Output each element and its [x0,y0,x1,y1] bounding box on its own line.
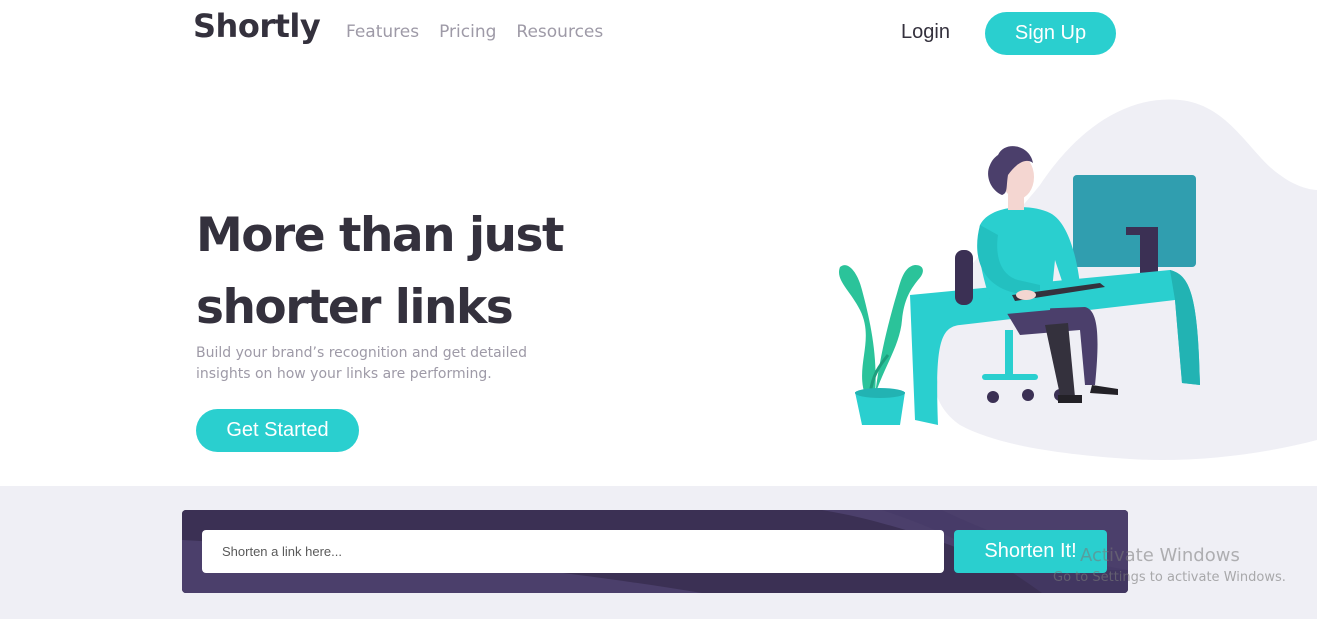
nav-resources[interactable]: Resources [516,22,603,42]
signup-button[interactable]: Sign Up [985,12,1116,55]
watermark-subtitle: Go to Settings to activate Windows. [1053,570,1286,585]
working-illustration [839,99,1317,461]
login-link[interactable]: Login [901,21,950,44]
get-started-button[interactable]: Get Started [196,409,359,452]
watermark-title: Activate Windows [1080,545,1240,566]
nav-features[interactable]: Features [346,22,419,42]
main-nav: Features Pricing Resources [346,22,603,42]
hero-title: More than just shorter links [196,208,564,335]
shorten-link-input[interactable] [202,530,944,573]
nav-pricing[interactable]: Pricing [439,22,496,42]
shorten-panel: Shorten It! [182,510,1128,593]
logo[interactable]: Shortly [193,7,321,45]
hero-subtitle: Build your brand’s recognition and get d… [196,345,528,382]
